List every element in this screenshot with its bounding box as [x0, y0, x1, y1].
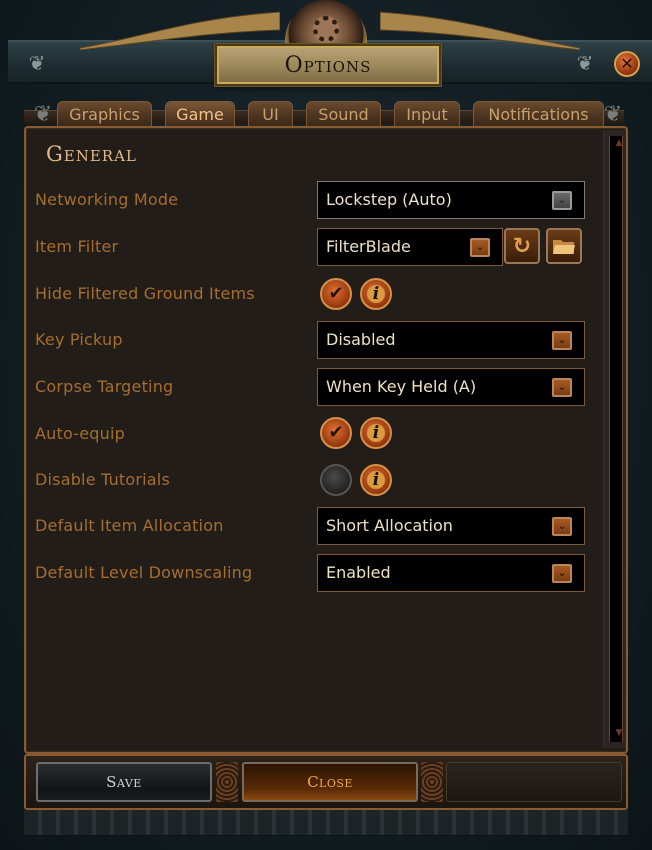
close-button[interactable]: Close: [242, 762, 418, 802]
title-plate: Options: [215, 44, 441, 86]
info-icon: i: [372, 470, 380, 490]
item-filter-dropdown[interactable]: FilterBlade ⌄: [317, 228, 503, 266]
tab-ui[interactable]: UI: [248, 101, 293, 127]
reload-filter-button[interactable]: ↻: [504, 228, 540, 264]
setting-label: Networking Mode: [35, 190, 179, 209]
default-level-downscaling-dropdown[interactable]: Enabled ⌄: [317, 554, 585, 592]
dropdown-value: Enabled: [326, 563, 391, 582]
networking-mode-dropdown[interactable]: Lockstep (Auto) ⌄: [317, 181, 585, 219]
section-title: General: [46, 142, 137, 166]
open-filter-folder-button[interactable]: [546, 228, 582, 264]
setting-label: Item Filter: [35, 237, 119, 256]
dropdown-value: FilterBlade: [326, 237, 411, 256]
setting-label: Hide Filtered Ground Items: [35, 284, 255, 303]
close-window-button[interactable]: ✕: [614, 51, 640, 77]
disable-tutorials-checkbox[interactable]: [320, 464, 352, 496]
dropdown-value: Short Allocation: [326, 516, 453, 535]
scrollbar-track[interactable]: ▲ ▼: [609, 136, 623, 742]
tab-sound[interactable]: Sound: [306, 101, 381, 127]
footer-divider-ornament: [421, 762, 443, 802]
checkmark-icon: ✔: [328, 422, 344, 443]
chevron-down-icon: ⌄: [470, 238, 490, 257]
scrollbar[interactable]: ▲ ▼: [603, 130, 625, 748]
chevron-down-icon: ⌄: [552, 378, 572, 397]
tab-rail-cap-left-icon: ❦: [33, 102, 53, 127]
setting-label: Auto-equip: [35, 424, 125, 443]
auto-equip-info-button[interactable]: i: [360, 417, 392, 449]
empty-button-slot: [446, 762, 622, 802]
tab-graphics[interactable]: Graphics: [57, 101, 152, 127]
info-icon: i: [372, 284, 380, 304]
default-item-allocation-dropdown[interactable]: Short Allocation ⌄: [317, 507, 585, 545]
chevron-down-icon: ⌄: [552, 517, 572, 536]
setting-label: Default Level Downscaling: [35, 563, 253, 582]
checkmark-icon: ✔: [328, 283, 344, 304]
dropdown-value: When Key Held (A): [326, 377, 477, 396]
info-icon: i: [372, 423, 380, 443]
hide-filtered-ground-items-info-button[interactable]: i: [360, 278, 392, 310]
chevron-down-icon: ⌄: [552, 564, 572, 583]
wing-ornament-left-icon: [80, 11, 280, 50]
corpse-targeting-dropdown[interactable]: When Key Held (A) ⌄: [317, 368, 585, 406]
auto-equip-checkbox[interactable]: ✔: [320, 417, 352, 449]
scroll-up-icon[interactable]: ▲: [613, 138, 625, 148]
wing-ornament-right-icon: [380, 11, 580, 50]
chevron-down-icon: ⌄: [552, 191, 572, 210]
chevron-down-icon: ⌄: [552, 331, 572, 350]
tab-notifications[interactable]: Notifications: [473, 101, 604, 127]
setting-label: Default Item Allocation: [35, 516, 224, 535]
tab-game[interactable]: Game: [165, 101, 235, 127]
gear-icon: [313, 16, 339, 42]
setting-label: Key Pickup: [35, 330, 123, 349]
close-x-icon: ✕: [620, 54, 634, 73]
setting-label: Corpse Targeting: [35, 377, 174, 396]
footer-divider-ornament: [216, 762, 238, 802]
window-title: Options: [284, 52, 372, 78]
reload-icon: ↻: [512, 233, 532, 259]
ornament-left-icon: ❦: [28, 51, 46, 75]
setting-label: Disable Tutorials: [35, 470, 170, 489]
folder-icon: [553, 240, 575, 254]
save-button[interactable]: Save: [36, 762, 212, 802]
ornament-right-icon: ❦: [576, 51, 594, 75]
footer-frieze: [24, 810, 628, 836]
hide-filtered-ground-items-checkbox[interactable]: ✔: [320, 278, 352, 310]
dropdown-value: Lockstep (Auto): [326, 190, 452, 209]
key-pickup-dropdown[interactable]: Disabled ⌄: [317, 321, 585, 359]
disable-tutorials-info-button[interactable]: i: [360, 464, 392, 496]
dropdown-value: Disabled: [326, 330, 396, 349]
scroll-down-icon[interactable]: ▼: [613, 728, 625, 738]
tab-input[interactable]: Input: [394, 101, 460, 127]
